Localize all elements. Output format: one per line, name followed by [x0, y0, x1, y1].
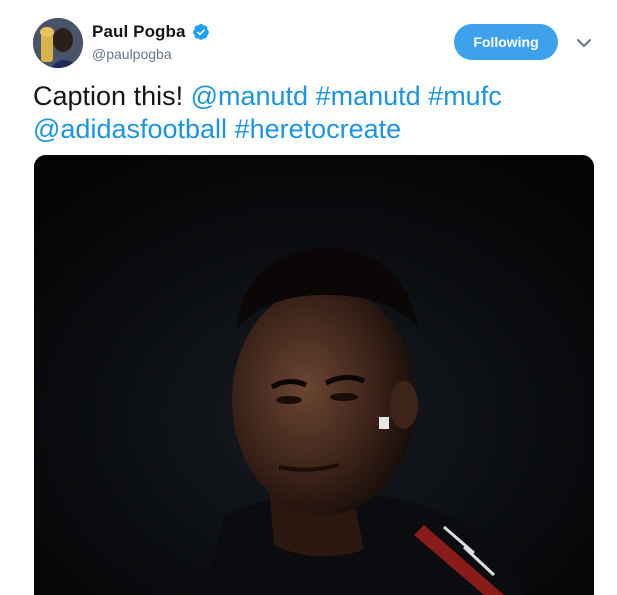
avatar[interactable]: [33, 18, 83, 68]
following-button[interactable]: Following: [454, 24, 558, 60]
photo-image: [34, 155, 594, 595]
chevron-down-icon[interactable]: [575, 36, 593, 50]
author-handle[interactable]: @paulpogba: [92, 46, 210, 62]
verified-badge-icon: [192, 24, 209, 40]
tweet-media-photo[interactable]: [34, 155, 594, 595]
author-display-name[interactable]: Paul Pogba: [92, 22, 186, 42]
tweet-text-prefix: Caption this!: [33, 81, 191, 111]
mention-manutd-link[interactable]: @manutd: [191, 81, 308, 111]
hashtag-manutd-link[interactable]: #manutd: [316, 81, 421, 111]
tweet-text: Caption this! @manutd #manutd #mufc @adi…: [33, 80, 593, 146]
author-block: Paul Pogba @paulpogba: [92, 22, 210, 62]
mention-adidasfootball-link[interactable]: @adidasfootball: [33, 114, 227, 144]
hashtag-heretocreate-link[interactable]: #heretocreate: [235, 114, 402, 144]
hashtag-mufc-link[interactable]: #mufc: [428, 81, 502, 111]
avatar-photo: [33, 18, 83, 68]
